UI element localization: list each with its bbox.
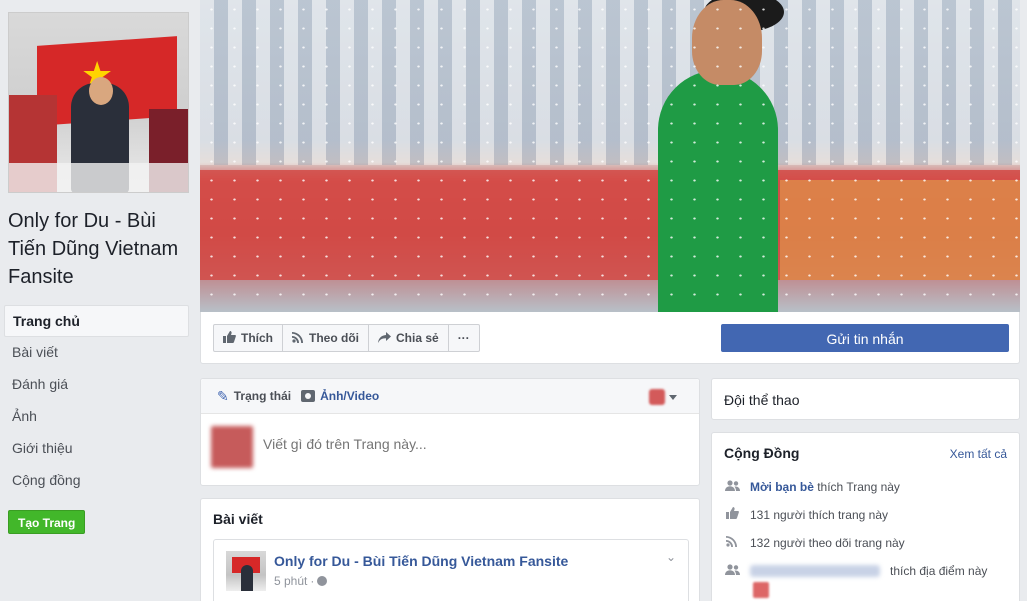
page-category[interactable]: Đội thể thao xyxy=(724,392,800,408)
posts-section: Bài viết Only for Du - Bùi Tiến Dũng Vie… xyxy=(200,498,700,601)
send-message-button[interactable]: Gửi tin nhắn xyxy=(721,324,1009,352)
tab-photo-label: Ảnh/Video xyxy=(320,389,380,403)
likes-row: 131 người thích trang này xyxy=(724,507,888,522)
tab-status-label: Trạng thái xyxy=(233,389,292,403)
share-arrow-icon xyxy=(378,331,391,345)
invite-friends-link[interactable]: Mời bạn bè xyxy=(750,480,814,494)
globe-icon xyxy=(317,576,328,586)
page-title[interactable]: Only for Du - Bùi Tiến Dũng Vietnam Fans… xyxy=(8,207,193,291)
post-author-avatar[interactable] xyxy=(226,551,266,591)
left-column: ★ Only for Du - Bùi Tiến Dũng Vietnam Fa… xyxy=(0,0,195,601)
post-author-link[interactable]: Only for Du - Bùi Tiến Dũng Vietnam Fans… xyxy=(274,553,568,569)
post-timestamp[interactable]: 5 phút xyxy=(274,574,307,588)
thumbs-up-icon xyxy=(223,331,236,345)
blurred-friend-names[interactable] xyxy=(750,564,880,577)
like-label: Thích xyxy=(241,331,273,345)
rss-icon xyxy=(292,331,304,345)
player-figure xyxy=(241,565,253,591)
post-options-chevron-icon[interactable]: ⌄ xyxy=(666,550,676,564)
people-icon xyxy=(724,563,740,578)
avatar xyxy=(649,389,665,405)
composer-body xyxy=(201,414,699,484)
post-meta: 5 phút · xyxy=(274,574,328,588)
post-composer: ✎ Trạng thái Ảnh/Video xyxy=(200,378,700,486)
invite-friends-row: Mời bạn bè thích Trang này xyxy=(724,479,900,494)
action-button-group: Thích Theo dõi Chia sẻ ··· xyxy=(213,324,480,352)
posts-section-title: Bài viết xyxy=(213,511,263,527)
likes-count-text: 131 người thích trang này xyxy=(750,507,888,522)
composer-input[interactable] xyxy=(263,436,683,452)
tab-status[interactable]: ✎ Trạng thái xyxy=(217,388,291,405)
followers-row: 132 người theo dõi trang này xyxy=(724,535,905,550)
follow-label: Theo dõi xyxy=(309,331,359,345)
pencil-icon: ✎ xyxy=(217,387,229,404)
composer-tabs: ✎ Trạng thái Ảnh/Video xyxy=(201,379,699,414)
chevron-down-icon xyxy=(669,394,677,400)
camera-icon xyxy=(301,390,316,402)
share-label: Chia sẻ xyxy=(396,331,439,345)
nav-item-home[interactable]: Trang chủ xyxy=(4,305,189,337)
community-box: Cộng Đồng Xem tất cả Mời bạn bè thích Tr… xyxy=(711,432,1020,601)
category-box: Đội thể thao xyxy=(711,378,1020,420)
nav-item-photos[interactable]: Ảnh xyxy=(4,401,189,433)
more-button[interactable]: ··· xyxy=(447,324,480,352)
profile-picture[interactable]: ★ xyxy=(8,12,189,193)
nav-item-about[interactable]: Giới thiệu xyxy=(4,433,189,465)
people-icon xyxy=(724,479,740,494)
page-action-bar: Thích Theo dõi Chia sẻ ··· Gửi tin nhắn xyxy=(200,312,1020,364)
nav-item-community[interactable]: Cộng đồng xyxy=(4,465,189,497)
tab-photo-video[interactable]: Ảnh/Video xyxy=(301,389,379,403)
snow-ground xyxy=(9,163,188,192)
meta-separator: · xyxy=(310,574,315,588)
thumbs-up-icon xyxy=(724,507,740,522)
avatar xyxy=(211,426,253,468)
player-head xyxy=(89,77,113,105)
cover-photo[interactable] xyxy=(200,0,1020,312)
rss-icon xyxy=(724,535,740,550)
post-card: Only for Du - Bùi Tiến Dũng Vietnam Fans… xyxy=(213,539,689,601)
community-title: Cộng Đồng xyxy=(724,445,800,461)
follow-button[interactable]: Theo dõi xyxy=(282,324,369,352)
friends-checkin-row: thích địa điểm này xyxy=(724,563,987,578)
like-button[interactable]: Thích xyxy=(213,324,283,352)
post-as-selector[interactable] xyxy=(649,389,677,405)
more-dots-icon: ··· xyxy=(457,331,470,345)
create-page-button[interactable]: Tạo Trang xyxy=(8,510,86,534)
share-button[interactable]: Chia sẻ xyxy=(368,324,449,352)
page-nav: Trang chủ Bài viết Đánh giá Ảnh Giới thi… xyxy=(4,305,189,497)
friend-avatar[interactable] xyxy=(753,582,769,598)
see-all-link[interactable]: Xem tất cả xyxy=(950,447,1007,461)
nav-item-posts[interactable]: Bài viết xyxy=(4,337,189,369)
nav-item-reviews[interactable]: Đánh giá xyxy=(4,369,189,401)
followers-count-text: 132 người theo dõi trang này xyxy=(750,535,905,550)
snow-overlay xyxy=(200,0,1020,312)
checkins-suffix: thích địa điểm này xyxy=(890,563,988,578)
invite-suffix: thích Trang này xyxy=(817,479,900,494)
